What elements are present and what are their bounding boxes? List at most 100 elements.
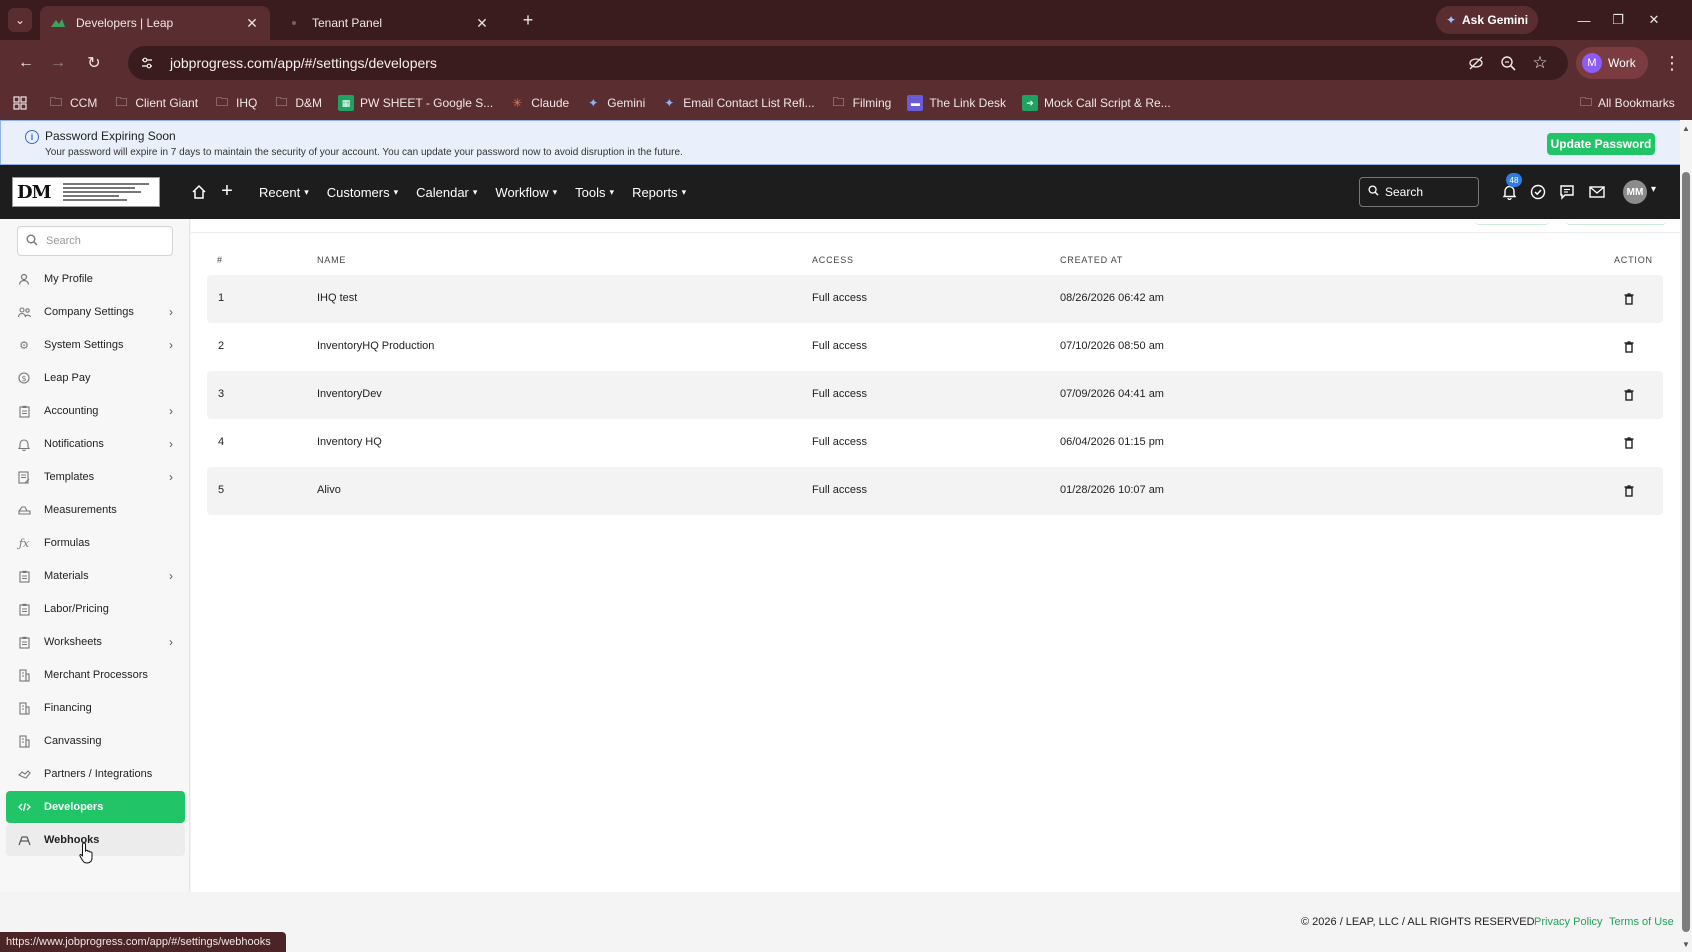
reload-icon[interactable]: ↻ [82, 51, 106, 75]
new-tab-plus-icon[interactable]: + [516, 8, 540, 32]
sidebar-item-merchant-processors[interactable]: Merchant Processors [6, 659, 185, 691]
chevron-down-icon[interactable]: ▾ [1651, 184, 1656, 195]
sidebar-search-input[interactable]: Search [17, 226, 173, 256]
column-header-number: # [217, 255, 223, 265]
apps-grid-icon[interactable] [8, 91, 32, 115]
browser-menu-icon[interactable]: ⋮ [1660, 51, 1684, 75]
nav-label: Tools [575, 184, 606, 200]
search-placeholder: Search [1385, 185, 1424, 199]
tab-search-button[interactable]: ⌄ [8, 8, 32, 32]
trash-icon[interactable] [1622, 483, 1636, 499]
sidebar-item-developers[interactable]: Developers [6, 791, 185, 823]
forward-arrow-icon[interactable]: → [46, 51, 70, 75]
sidebar-item-system-settings[interactable]: ⚙ System Settings › [6, 329, 185, 361]
sidebar-item-webhooks[interactable]: Webhooks [6, 824, 185, 856]
app-name: InventoryHQ Production [317, 340, 435, 352]
nav-reports[interactable]: Reports ▾ [623, 165, 695, 219]
nav-tools[interactable]: Tools ▾ [566, 165, 623, 219]
gear-icon: ⚙ [19, 339, 29, 352]
nav-calendar[interactable]: Calendar ▾ [407, 165, 486, 219]
close-tab-icon[interactable]: ✕ [244, 15, 260, 32]
bookmark-link-desk[interactable]: ▬ The Link Desk [899, 90, 1014, 116]
user-avatar[interactable]: MM [1623, 180, 1647, 204]
trash-icon[interactable] [1622, 339, 1636, 355]
row-number: 5 [218, 484, 225, 496]
minimize-icon[interactable]: — [1570, 8, 1598, 32]
update-password-button[interactable]: Update Password [1547, 133, 1655, 155]
bookmark-filming[interactable]: 🗀 Filming [823, 90, 900, 116]
bookmark-claude[interactable]: ✳ Claude [501, 90, 577, 116]
trash-icon[interactable] [1622, 435, 1636, 451]
back-arrow-icon[interactable]: ← [14, 51, 38, 75]
nav-recent[interactable]: Recent ▾ [250, 165, 318, 219]
sidebar-item-measurements[interactable]: Measurements [6, 494, 185, 526]
sidebar-item-templates[interactable]: Templates › [6, 461, 185, 493]
sidebar-item-accounting[interactable]: Accounting › [6, 395, 185, 427]
eye-off-icon[interactable] [1465, 52, 1487, 74]
password-expiry-banner: i Password Expiring Soon Your password w… [0, 120, 1692, 165]
ask-gemini-label: Ask Gemini [1462, 13, 1529, 27]
zoom-icon[interactable] [1497, 52, 1519, 74]
scroll-up-arrow-icon[interactable]: ▲ [1680, 122, 1692, 134]
global-search-input[interactable]: Search [1359, 177, 1479, 207]
profile-button[interactable]: M Work [1576, 47, 1648, 79]
sidebar-item-label: Labor/Pricing [44, 603, 109, 615]
bookmark-ihq[interactable]: 🗀 IHQ [206, 90, 265, 116]
logo-fine-print [62, 183, 149, 201]
sidebar-item-my-profile[interactable]: My Profile [6, 263, 185, 295]
clipped-toolbar-button[interactable] [1475, 219, 1549, 225]
sidebar-item-canvassing[interactable]: Canvassing [6, 725, 185, 757]
tab-title: Developers | Leap [76, 16, 174, 30]
browser-tab-developers[interactable]: Developers | Leap ✕ [40, 6, 270, 40]
browser-tab-tenant-panel[interactable]: Tenant Panel ✕ [276, 6, 500, 40]
trash-icon[interactable] [1622, 291, 1636, 307]
bookmark-dm[interactable]: 🗀 D&M [265, 90, 330, 116]
clipped-add-button[interactable] [1566, 219, 1666, 225]
column-header-access[interactable]: ACCESS [812, 255, 854, 265]
bookmark-client-giant[interactable]: 🗀 Client Giant [105, 90, 206, 116]
app-name: Alivo [317, 484, 341, 496]
column-header-created-at[interactable]: CREATED AT [1060, 255, 1123, 265]
nav-customers[interactable]: Customers ▾ [318, 165, 407, 219]
bookmark-email-contact[interactable]: ✦ Email Contact List Refi... [653, 90, 822, 116]
home-icon[interactable] [188, 181, 210, 203]
bookmark-gemini[interactable]: ✦ Gemini [577, 90, 653, 116]
bookmark-mock-call[interactable]: ➜ Mock Call Script & Re... [1014, 90, 1179, 116]
sidebar-item-partners-integrations[interactable]: Partners / Integrations [6, 758, 185, 790]
bookmark-pw-sheet[interactable]: ▦ PW SHEET - Google S... [330, 90, 501, 116]
sidebar-item-leap-pay[interactable]: $ Leap Pay [6, 362, 185, 394]
svg-text:$: $ [21, 374, 26, 383]
scroll-down-arrow-icon[interactable]: ▼ [1680, 938, 1692, 950]
bookmark-ccm[interactable]: 🗀 CCM [40, 90, 105, 116]
nav-workflow[interactable]: Workflow ▾ [486, 165, 566, 219]
sidebar-item-formulas[interactable]: ƒx Formulas [6, 527, 185, 559]
sidebar-item-financing[interactable]: Financing [6, 692, 185, 724]
scrollbar-thumb[interactable] [1682, 172, 1690, 932]
quick-add-plus-icon[interactable]: + [216, 179, 238, 203]
close-window-icon[interactable]: ✕ [1640, 8, 1668, 32]
sidebar-item-company-settings[interactable]: Company Settings › [6, 296, 185, 328]
ask-gemini-button[interactable]: ✦ Ask Gemini [1436, 6, 1538, 34]
mail-icon[interactable] [1585, 180, 1609, 204]
address-bar[interactable]: jobprogress.com/app/#/settings/developer… [128, 46, 1568, 80]
site-settings-icon[interactable] [136, 52, 158, 74]
restore-icon[interactable]: ❐ [1604, 8, 1632, 32]
terms-of-use-link[interactable]: Terms of Use [1609, 916, 1674, 928]
sidebar-item-notifications[interactable]: Notifications › [6, 428, 185, 460]
chat-icon[interactable] [1555, 180, 1579, 204]
all-bookmarks[interactable]: 🗀 All Bookmarks [1580, 90, 1675, 116]
column-header-name[interactable]: NAME [317, 255, 346, 265]
folder-icon: 🗀 [1580, 94, 1593, 109]
company-logo[interactable]: DM [12, 177, 160, 207]
chevron-right-icon: › [169, 470, 173, 484]
sidebar-item-labor-pricing[interactable]: Labor/Pricing [6, 593, 185, 625]
close-tab-icon[interactable]: ✕ [474, 15, 490, 32]
bookmark-star-icon[interactable]: ☆ [1529, 52, 1551, 74]
sidebar-item-worksheets[interactable]: Worksheets › [6, 626, 185, 658]
trash-icon[interactable] [1622, 387, 1636, 403]
privacy-policy-link[interactable]: Privacy Policy [1534, 916, 1602, 928]
chevron-down-icon: ▾ [304, 186, 309, 197]
task-check-icon[interactable] [1526, 180, 1550, 204]
sidebar-item-materials[interactable]: Materials › [6, 560, 185, 592]
banner-message: Your password will expire in 7 days to m… [45, 147, 683, 158]
